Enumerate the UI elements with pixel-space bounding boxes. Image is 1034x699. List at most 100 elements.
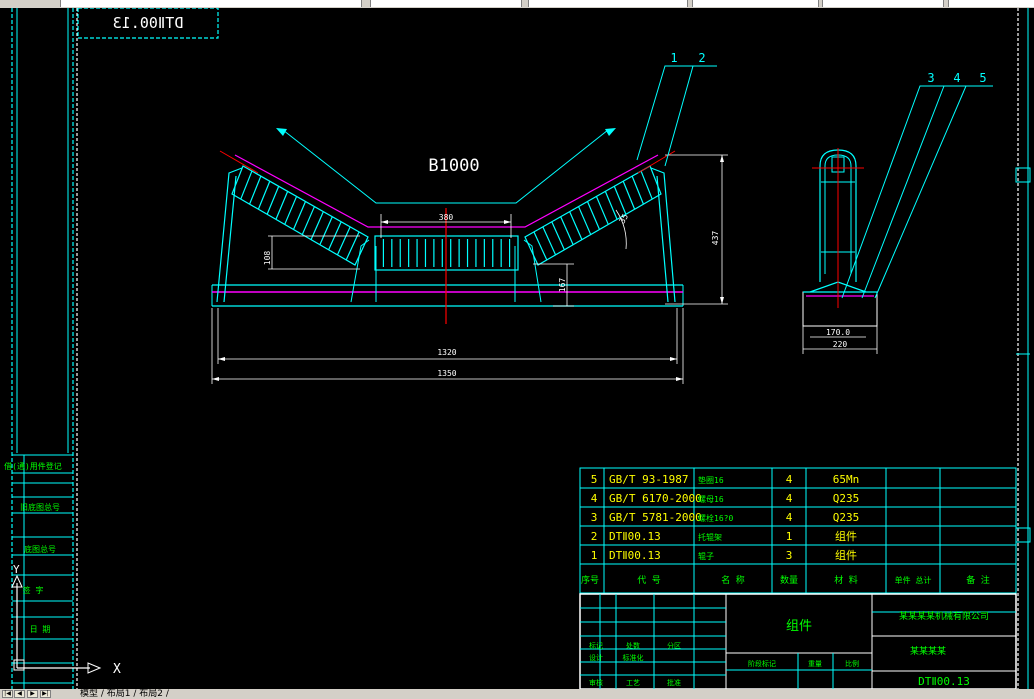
roller-rib	[266, 186, 280, 215]
callout-1: 1	[670, 51, 677, 65]
bom-cell-material: 65Mn	[833, 473, 860, 486]
dim-1320: 1320	[437, 348, 456, 357]
plotstyle-dropdown[interactable]	[822, 0, 944, 7]
tb-cell-review: 审核	[589, 678, 603, 687]
bom-header-name: 名 称	[721, 574, 744, 586]
idler-side-view: 170.0 220 3 4 5	[802, 71, 993, 354]
tb-cell-approve: 批准	[667, 678, 681, 687]
tb-cell-zone: 分区	[667, 641, 681, 650]
bom-header-note: 备 注	[966, 574, 989, 586]
label-old-base: 旧底图总号	[20, 502, 60, 512]
bom-cell-material: 组件	[835, 529, 857, 543]
color-dropdown[interactable]	[370, 0, 522, 7]
extra-dropdown[interactable]	[948, 0, 1034, 7]
prev-tab-button[interactable]: ◀	[14, 690, 25, 698]
roller-rib	[284, 196, 298, 225]
label-date: 日 期	[30, 625, 51, 634]
bom-header-code: 代 号	[637, 575, 660, 586]
roller-rib	[560, 216, 574, 245]
bom-cell-material: 组件	[835, 548, 857, 562]
bom-cell-code: GB/T 93-1987	[609, 473, 688, 486]
roller-rib	[257, 180, 271, 210]
tb-part-name: 组件	[786, 619, 812, 634]
roller-rib	[310, 211, 324, 240]
roller-rib	[542, 226, 557, 256]
dim-437: 437	[711, 231, 720, 246]
bom-cell-qty: 3	[786, 549, 793, 562]
tb-cell-scale: 比例	[845, 659, 859, 668]
dim-170: 170.0	[826, 328, 850, 337]
roller-rib	[604, 191, 618, 220]
callout-2: 2	[698, 51, 705, 65]
title-block: 标记 处数 分区 设计 标准化 审核 工艺 批准 阶段标记 重量 比例 组件 某…	[579, 593, 1017, 690]
bom-cell-no: 4	[591, 492, 598, 505]
layer-dropdown[interactable]	[60, 0, 362, 7]
roller-rib	[319, 216, 333, 245]
toolbar-strip	[0, 0, 1034, 8]
layout-tabs[interactable]: 模型 / 布局1 / 布局2 /	[80, 689, 169, 699]
dim-220: 220	[833, 340, 848, 349]
belt-width-label: B1000	[428, 156, 479, 176]
ucs-y-label: Y	[13, 563, 20, 576]
next-tab-button[interactable]: ▶	[27, 690, 38, 698]
bom-cell-qty: 4	[786, 511, 793, 524]
last-tab-button[interactable]: ▶|	[40, 690, 51, 698]
bom-cell-material: Q235	[833, 492, 860, 505]
bom-cell-name: 垫圈16	[698, 475, 724, 485]
roller-rib	[240, 170, 253, 200]
callout-5: 5	[979, 71, 986, 85]
dim-167: 167	[558, 278, 567, 293]
bom-cell-name: 螺栓16?0	[698, 513, 733, 523]
roller-rib	[551, 221, 565, 251]
lineweight-dropdown[interactable]	[692, 0, 819, 7]
callout-3: 3	[927, 71, 934, 85]
ucs-icon: Y X	[11, 563, 121, 677]
tb-cell-design: 设计	[589, 653, 603, 662]
roller-rib	[569, 211, 583, 240]
dim-380: 380	[439, 213, 454, 222]
bom-cell-no: 2	[591, 530, 598, 543]
label-borrowed: 借(通)用件登记	[4, 461, 62, 471]
linetype-dropdown[interactable]	[528, 0, 688, 7]
roller-rib	[578, 206, 592, 235]
bom-cell-name: 托辊架	[698, 532, 722, 542]
bom-header-material: 材 料	[834, 574, 857, 586]
bom-cell-code: GB/T 5781-2000	[609, 511, 702, 524]
roller-rib	[622, 180, 636, 210]
bom-cell-no: 1	[591, 549, 598, 562]
bom-cell-no: 5	[591, 473, 598, 486]
bom-header-no: 序号	[581, 574, 599, 586]
roller-rib	[336, 226, 351, 256]
bom-cell-code: GB/T 6170-2000	[609, 492, 702, 505]
tb-cell-std: 标准化	[623, 653, 644, 662]
tb-cell-count: 处数	[626, 641, 640, 650]
layout-tab-bar: |◀ ◀ ▶ ▶| 模型 / 布局1 / 布局2 /	[0, 689, 1034, 699]
tb-cell-process: 工艺	[626, 679, 640, 687]
label-base: 底图总号	[24, 544, 56, 554]
bom-cell-qty: 1	[786, 530, 793, 543]
bom-cell-code: DTⅡ00.13	[609, 530, 661, 543]
bom-header-qty: 数量	[780, 574, 798, 586]
roller-rib	[275, 191, 289, 220]
drawing-canvas[interactable]: 借(通)用件登记 旧底图总号 底图总号 签 字 日 期 DTⅡ00.13 B10…	[0, 7, 1034, 690]
bom-cell-qty: 4	[786, 492, 793, 505]
roller-rib	[595, 196, 609, 225]
bom-cell-material: Q235	[833, 511, 860, 524]
bom-cell-qty: 4	[786, 473, 793, 486]
bom-table: 5 GB/T 93-1987 垫圈16 4 65Mn 4 GB/T 6170-2000螺母1…	[579, 467, 1017, 594]
stamp-text: DTⅡ00.13	[113, 14, 184, 32]
tb-drawing-no: DTⅡ00.13	[918, 675, 970, 688]
roller-rib	[249, 175, 262, 205]
tb-company-2: 某某某某	[910, 646, 946, 657]
first-tab-button[interactable]: |◀	[2, 690, 13, 698]
roller-rib	[586, 201, 601, 230]
tb-cell-weight: 重量	[808, 660, 822, 668]
tb-company: 某某某某机械有限公司	[899, 610, 989, 622]
idler-front-view: B1000 380 437 108 167 35 1320 1350 1 2	[211, 51, 728, 384]
roller-rib	[301, 206, 315, 235]
roller-rib	[631, 175, 644, 205]
bom-header-weight: 单件 总计	[895, 575, 932, 585]
dim-1350: 1350	[437, 369, 456, 378]
tb-cell-mark: 标记	[589, 641, 603, 650]
callout-4: 4	[953, 71, 960, 85]
